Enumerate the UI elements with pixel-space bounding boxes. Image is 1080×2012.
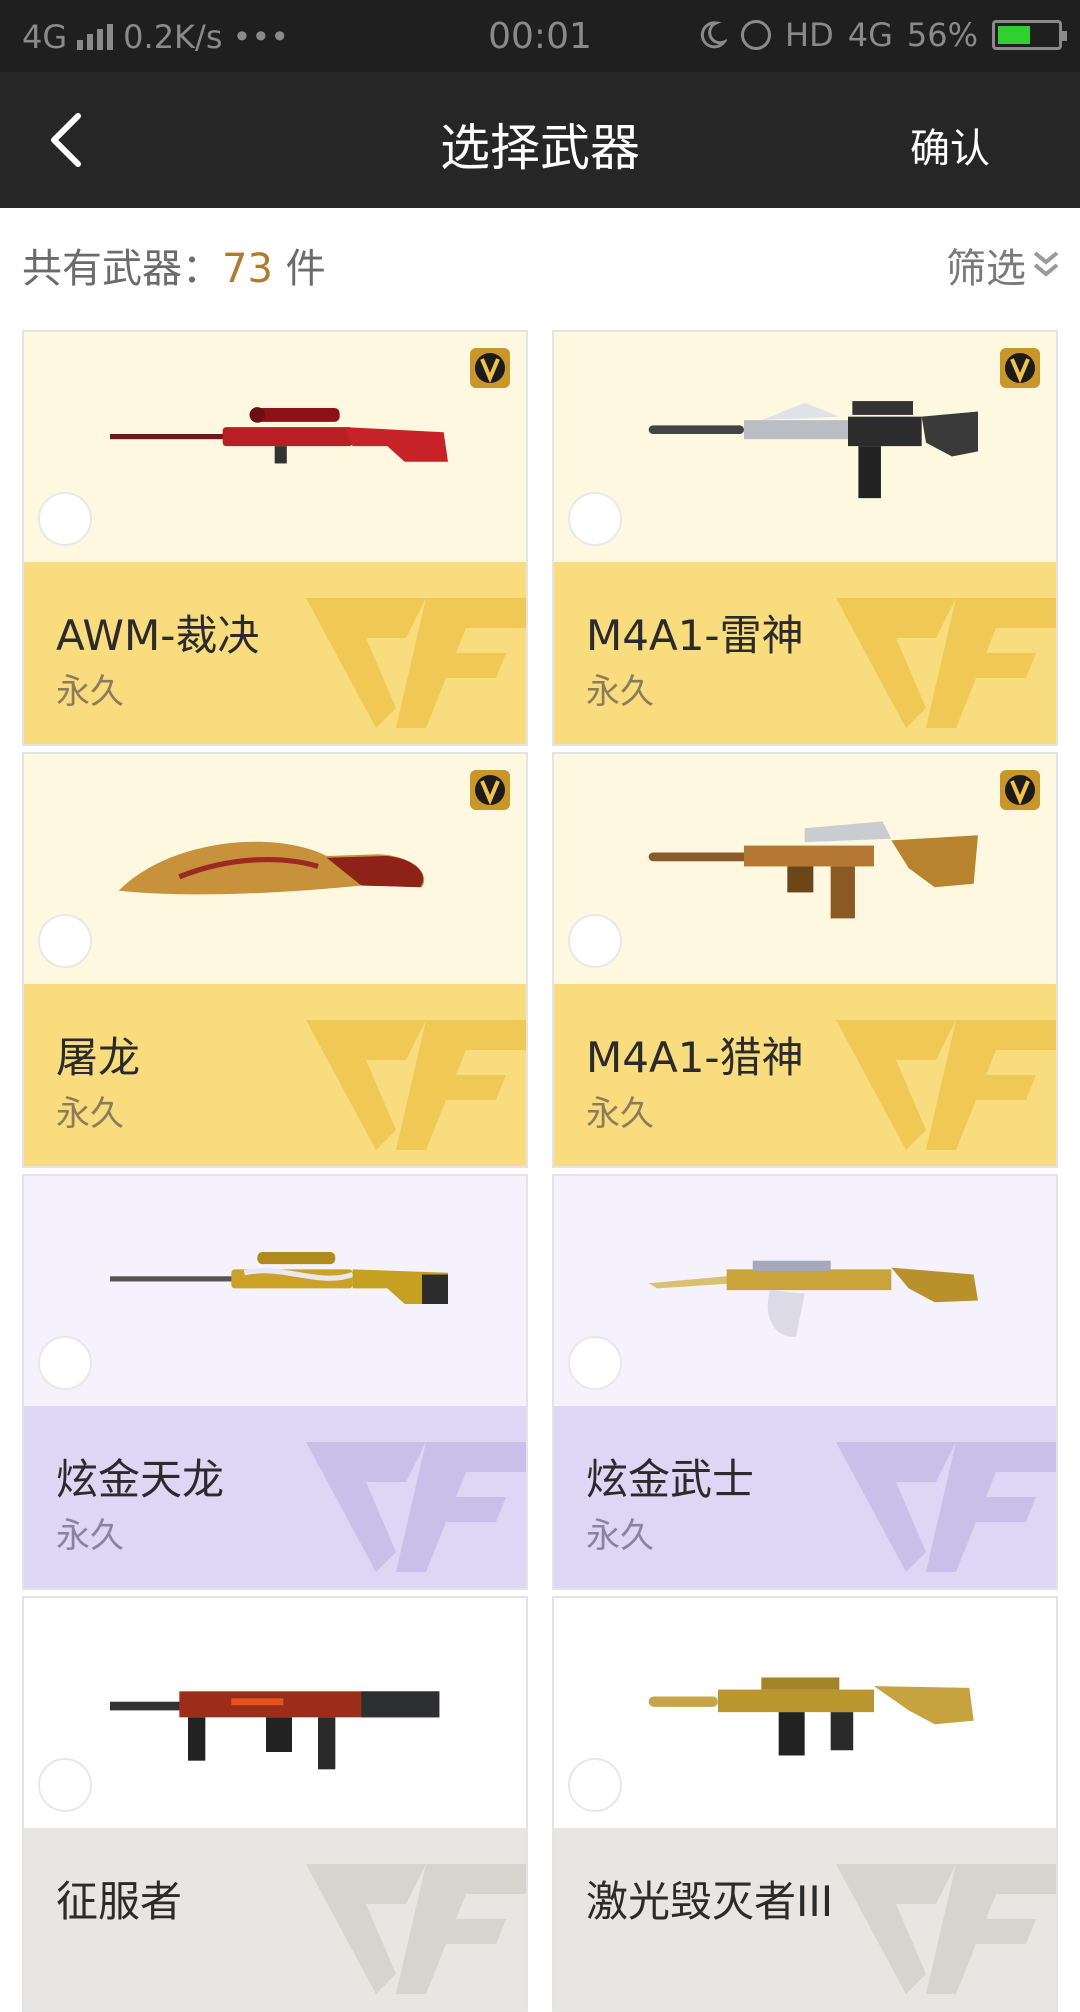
weapon-card-image-area bbox=[24, 332, 526, 562]
weapon-name: M4A1-猎神 bbox=[586, 1033, 804, 1082]
shotgun-red-icon bbox=[110, 1691, 440, 1770]
cf-logo-icon bbox=[836, 1020, 1056, 1150]
select-radio[interactable] bbox=[568, 492, 622, 546]
cf-logo-icon bbox=[836, 1442, 1056, 1572]
weapon-card-image-area bbox=[24, 1176, 526, 1406]
battery-percent: 56% bbox=[906, 16, 978, 54]
weapon-card[interactable]: 征服者 bbox=[22, 1596, 528, 2012]
double-chevron-down-icon bbox=[1033, 251, 1059, 277]
hd-label: HD bbox=[785, 16, 834, 54]
weapon-card-info: 征服者 bbox=[24, 1828, 526, 2010]
alarm-icon bbox=[741, 20, 772, 50]
weapon-card-image-area bbox=[554, 1176, 1056, 1406]
weapon-card-image-area bbox=[554, 1598, 1056, 1828]
weapon-card-info: AWM-裁决 永久 bbox=[24, 562, 526, 744]
filter-button[interactable]: 筛选 bbox=[946, 236, 1060, 294]
weapon-duration: 永久 bbox=[56, 672, 124, 712]
weapon-card-info: 激光毁灭者III bbox=[554, 1828, 1056, 2010]
cf-logo-icon bbox=[836, 598, 1056, 728]
weapon-name: AWM-裁决 bbox=[56, 611, 260, 660]
weapon-card-info: M4A1-猎神 永久 bbox=[554, 984, 1056, 1166]
weapon-card-info: M4A1-雷神 永久 bbox=[554, 562, 1056, 744]
select-radio[interactable] bbox=[568, 1336, 622, 1390]
weapon-card-image-area bbox=[24, 1598, 526, 1828]
weapon-card-image-area bbox=[554, 754, 1056, 984]
weapon-duration: 永久 bbox=[56, 1094, 124, 1134]
filter-label: 筛选 bbox=[946, 246, 1026, 292]
weapon-card-info: 炫金天龙 永久 bbox=[24, 1406, 526, 1588]
weapon-card-info: 炫金武士 永久 bbox=[554, 1406, 1056, 1588]
moon-icon bbox=[700, 21, 728, 49]
weapon-count-value: 73 bbox=[222, 246, 273, 292]
select-radio[interactable] bbox=[568, 914, 622, 968]
weapon-duration: 永久 bbox=[586, 1516, 654, 1556]
select-radio[interactable] bbox=[38, 1758, 92, 1812]
cf-logo-icon bbox=[306, 1020, 526, 1150]
weapon-name: M4A1-雷神 bbox=[586, 611, 804, 660]
ak-rifle-gold-icon bbox=[648, 1260, 978, 1338]
vip-badge-icon bbox=[1000, 348, 1040, 388]
assault-rifle-bronze-icon bbox=[648, 821, 978, 919]
vip-badge-icon bbox=[470, 770, 510, 810]
cf-logo-icon bbox=[306, 1442, 526, 1572]
weapon-count-label: 共有武器： bbox=[22, 246, 222, 292]
weapon-count-unit: 件 bbox=[272, 246, 326, 292]
select-radio[interactable] bbox=[38, 492, 92, 546]
select-radio[interactable] bbox=[568, 1758, 622, 1812]
select-radio[interactable] bbox=[38, 1336, 92, 1390]
battery-icon bbox=[992, 20, 1067, 50]
cf-logo-icon bbox=[836, 1864, 1056, 1994]
status-bar: 4G 0.2K/s ••• 00:01 HD 4G 56% bbox=[0, 0, 1080, 72]
weapon-card[interactable]: 炫金武士 永久 bbox=[552, 1174, 1058, 1590]
weapon-count-summary: 共有武器：73 件 bbox=[22, 236, 326, 294]
weapon-card[interactable]: 激光毁灭者III bbox=[552, 1596, 1058, 2012]
app-header: 选择武器 确认 bbox=[0, 72, 1080, 208]
weapon-card-info: 屠龙 永久 bbox=[24, 984, 526, 1166]
weapon-card[interactable]: AWM-裁决 永久 bbox=[22, 330, 528, 746]
weapon-card[interactable]: 炫金天龙 永久 bbox=[22, 1174, 528, 1590]
vip-badge-icon bbox=[1000, 770, 1040, 810]
cf-logo-icon bbox=[306, 598, 526, 728]
cf-logo-icon bbox=[306, 1864, 526, 1994]
weapon-card[interactable]: 屠龙 永久 bbox=[22, 752, 528, 1168]
weapon-card[interactable]: M4A1-猎神 永久 bbox=[552, 752, 1058, 1168]
weapon-duration: 永久 bbox=[56, 1516, 124, 1556]
status-right: HD 4G 56% bbox=[697, 16, 1067, 54]
weapon-card[interactable]: M4A1-雷神 永久 bbox=[552, 330, 1058, 746]
weapon-name: 炫金天龙 bbox=[56, 1455, 225, 1504]
network-right: 4G bbox=[847, 16, 893, 54]
dragon-knife-icon bbox=[118, 841, 425, 895]
vip-badge-icon bbox=[470, 348, 510, 388]
assault-rifle-gold-icon bbox=[648, 1677, 974, 1756]
weapon-duration: 永久 bbox=[586, 672, 654, 712]
weapon-name: 炫金武士 bbox=[586, 1455, 755, 1504]
weapon-card-image-area bbox=[554, 332, 1056, 562]
confirm-button[interactable]: 确认 bbox=[910, 116, 990, 174]
weapon-card-image-area bbox=[24, 754, 526, 984]
select-radio[interactable] bbox=[38, 914, 92, 968]
assault-rifle-silver-icon bbox=[648, 401, 978, 499]
sniper-rifle-gold-icon bbox=[110, 1252, 448, 1304]
sniper-rifle-red-icon bbox=[110, 407, 448, 464]
weapon-duration: 永久 bbox=[586, 1094, 654, 1134]
weapon-name: 屠龙 bbox=[56, 1033, 141, 1082]
